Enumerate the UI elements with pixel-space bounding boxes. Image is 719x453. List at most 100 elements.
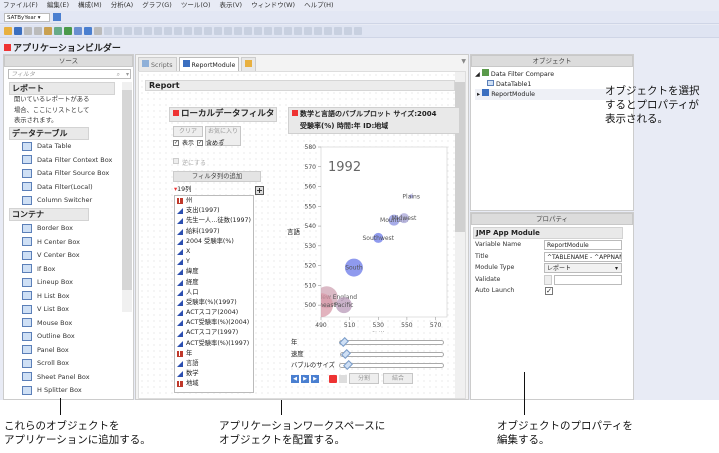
source-item[interactable]: H List Box — [22, 291, 69, 301]
filter-column-item[interactable]: 給料(1997) — [175, 227, 253, 237]
source-item[interactable]: If Box — [22, 264, 55, 274]
red-triangle-menu-icon[interactable] — [173, 110, 179, 116]
toolbar-button[interactable] — [304, 27, 312, 35]
source-scrollbar[interactable] — [122, 82, 132, 312]
red-triangle-menu-icon[interactable] — [4, 44, 11, 51]
toolbar-button[interactable] — [34, 27, 42, 35]
filter-column-item[interactable]: ACTスコア(1997) — [175, 328, 253, 338]
tab-menu-icon[interactable]: ▼ — [461, 58, 466, 65]
filter-column-item[interactable]: ACT受験率(%)(1997) — [175, 339, 253, 349]
property-input[interactable]: ReportModule — [544, 240, 622, 250]
toolbar-button[interactable] — [254, 27, 262, 35]
menu-item[interactable]: 構成(M) — [78, 0, 102, 11]
toolbar-button[interactable] — [14, 27, 22, 35]
table-icon[interactable] — [53, 13, 61, 21]
red-triangle-menu-icon[interactable] — [292, 110, 298, 116]
toolbar-button[interactable] — [284, 27, 292, 35]
toolbar-button[interactable] — [324, 27, 332, 35]
validate-browse-button[interactable] — [544, 274, 552, 285]
toolbar-button[interactable] — [124, 27, 132, 35]
menu-item[interactable]: ヘルプ(H) — [304, 0, 333, 11]
filter-column-item[interactable]: 年 — [175, 349, 253, 359]
source-item[interactable]: V List Box — [22, 304, 69, 314]
new-module-tab[interactable] — [241, 57, 257, 72]
slider-handle[interactable] — [341, 349, 351, 359]
table-select[interactable]: SATByYear ▾ — [4, 13, 50, 22]
tab-reportmodule[interactable]: ReportModule — [178, 57, 240, 72]
toolbar-button[interactable] — [264, 27, 272, 35]
report-outline-header[interactable]: Report — [145, 80, 455, 91]
toolbar-button[interactable] — [134, 27, 142, 35]
toolbar-button[interactable] — [314, 27, 322, 35]
filter-column-item[interactable]: 地域 — [175, 379, 253, 389]
source-filter-input[interactable]: フィルタ ⌕ ▾ — [8, 69, 131, 79]
local-data-filter-header[interactable]: ローカルデータフィルタ — [169, 107, 277, 122]
filter-column-item[interactable]: 人口 — [175, 288, 253, 298]
toolbar-button[interactable] — [294, 27, 302, 35]
source-item[interactable]: Data Table — [22, 141, 71, 151]
slider-handle[interactable] — [343, 360, 353, 370]
source-item[interactable]: Border Box — [22, 223, 73, 233]
filter-column-item[interactable]: ACT受験率(%)(2004) — [175, 318, 253, 328]
toolbar-button[interactable] — [54, 27, 62, 35]
toolbar-button[interactable] — [164, 27, 172, 35]
toolbar-button[interactable] — [74, 27, 82, 35]
filter-column-item[interactable]: 2004 受験率(%) — [175, 237, 253, 247]
filter-column-item[interactable]: 州 — [175, 196, 253, 206]
year-slider[interactable] — [339, 337, 444, 347]
invert-checkbox[interactable] — [173, 158, 179, 164]
toolbar-button[interactable] — [24, 27, 32, 35]
toolbar-button[interactable] — [4, 27, 12, 35]
source-item[interactable]: H Center Box — [22, 237, 80, 247]
clear-button[interactable]: クリア — [173, 126, 203, 137]
source-item[interactable]: H Splitter Box — [22, 385, 82, 395]
source-item[interactable]: Mouse Box — [22, 318, 72, 328]
toolbar-button[interactable] — [154, 27, 162, 35]
source-item[interactable]: Sheet Panel Box — [22, 372, 90, 382]
toolbar-button[interactable] — [214, 27, 222, 35]
filter-column-item[interactable]: 経度 — [175, 278, 253, 288]
menu-item[interactable]: ファイル(F) — [3, 0, 38, 11]
play-icon[interactable]: ▶ — [301, 374, 309, 383]
toolbar-button[interactable] — [104, 27, 112, 35]
bubble-size-slider[interactable] — [339, 360, 444, 370]
tree-node-app[interactable]: ◢ Data Filter Compare — [475, 69, 630, 80]
filter-column-item[interactable]: 支出(1997) — [175, 206, 253, 216]
filter-column-item[interactable]: 受験率(%)(1997) — [175, 298, 253, 308]
toolbar-button[interactable] — [144, 27, 152, 35]
source-item[interactable]: Panel Box — [22, 345, 69, 355]
scrollbar-thumb[interactable] — [122, 90, 132, 290]
validate-field[interactable] — [554, 274, 622, 285]
section-datatable[interactable]: データテーブル — [9, 127, 89, 140]
module-type-select[interactable]: レポート ▾ — [544, 263, 622, 273]
step-forward-icon[interactable]: ▶ — [311, 374, 319, 383]
toolbar-button[interactable] — [334, 27, 342, 35]
bubble-plot-header[interactable]: 数学と言語のバブルプロット サイズ:2004 受験率(%) 時間:年 ID:地域 — [288, 107, 460, 134]
chevron-down-icon[interactable]: ▾ — [615, 264, 618, 272]
section-report[interactable]: レポート — [9, 82, 115, 95]
menu-item[interactable]: 編集(E) — [47, 0, 69, 11]
menu-item[interactable]: ウィンドウ(W) — [251, 0, 295, 11]
step-back-icon[interactable]: ◀ — [291, 374, 299, 383]
filter-column-item[interactable]: ACTスコア(2004) — [175, 308, 253, 318]
toolbar-button[interactable] — [274, 27, 282, 35]
filter-column-item[interactable]: 数学 — [175, 369, 253, 379]
property-input[interactable]: ^TABLENAME - ^APPNAME — [544, 251, 622, 262]
slider-handle[interactable] — [339, 337, 349, 347]
source-item[interactable]: Outline Box — [22, 331, 75, 341]
toolbar-button[interactable] — [244, 27, 252, 35]
speed-slider[interactable] — [340, 349, 444, 359]
tab-scripts[interactable]: Scripts — [138, 57, 177, 72]
toolbar-button[interactable] — [194, 27, 202, 35]
toolbar-button[interactable] — [344, 27, 352, 35]
menu-item[interactable]: 分析(A) — [111, 0, 134, 11]
include-checkbox[interactable]: ✓ — [197, 139, 204, 146]
toolbar-button[interactable] — [234, 27, 242, 35]
source-item[interactable]: Data Filter(Local) — [22, 182, 93, 192]
jmp-app-module-section[interactable]: JMP App Module — [473, 227, 623, 239]
save-icon[interactable] — [339, 374, 347, 383]
toolbar-button[interactable] — [204, 27, 212, 35]
source-item[interactable]: Column Switcher — [22, 195, 92, 205]
filter-column-item[interactable]: 先生一人…徒数(1997) — [175, 216, 253, 226]
record-icon[interactable] — [329, 374, 337, 383]
